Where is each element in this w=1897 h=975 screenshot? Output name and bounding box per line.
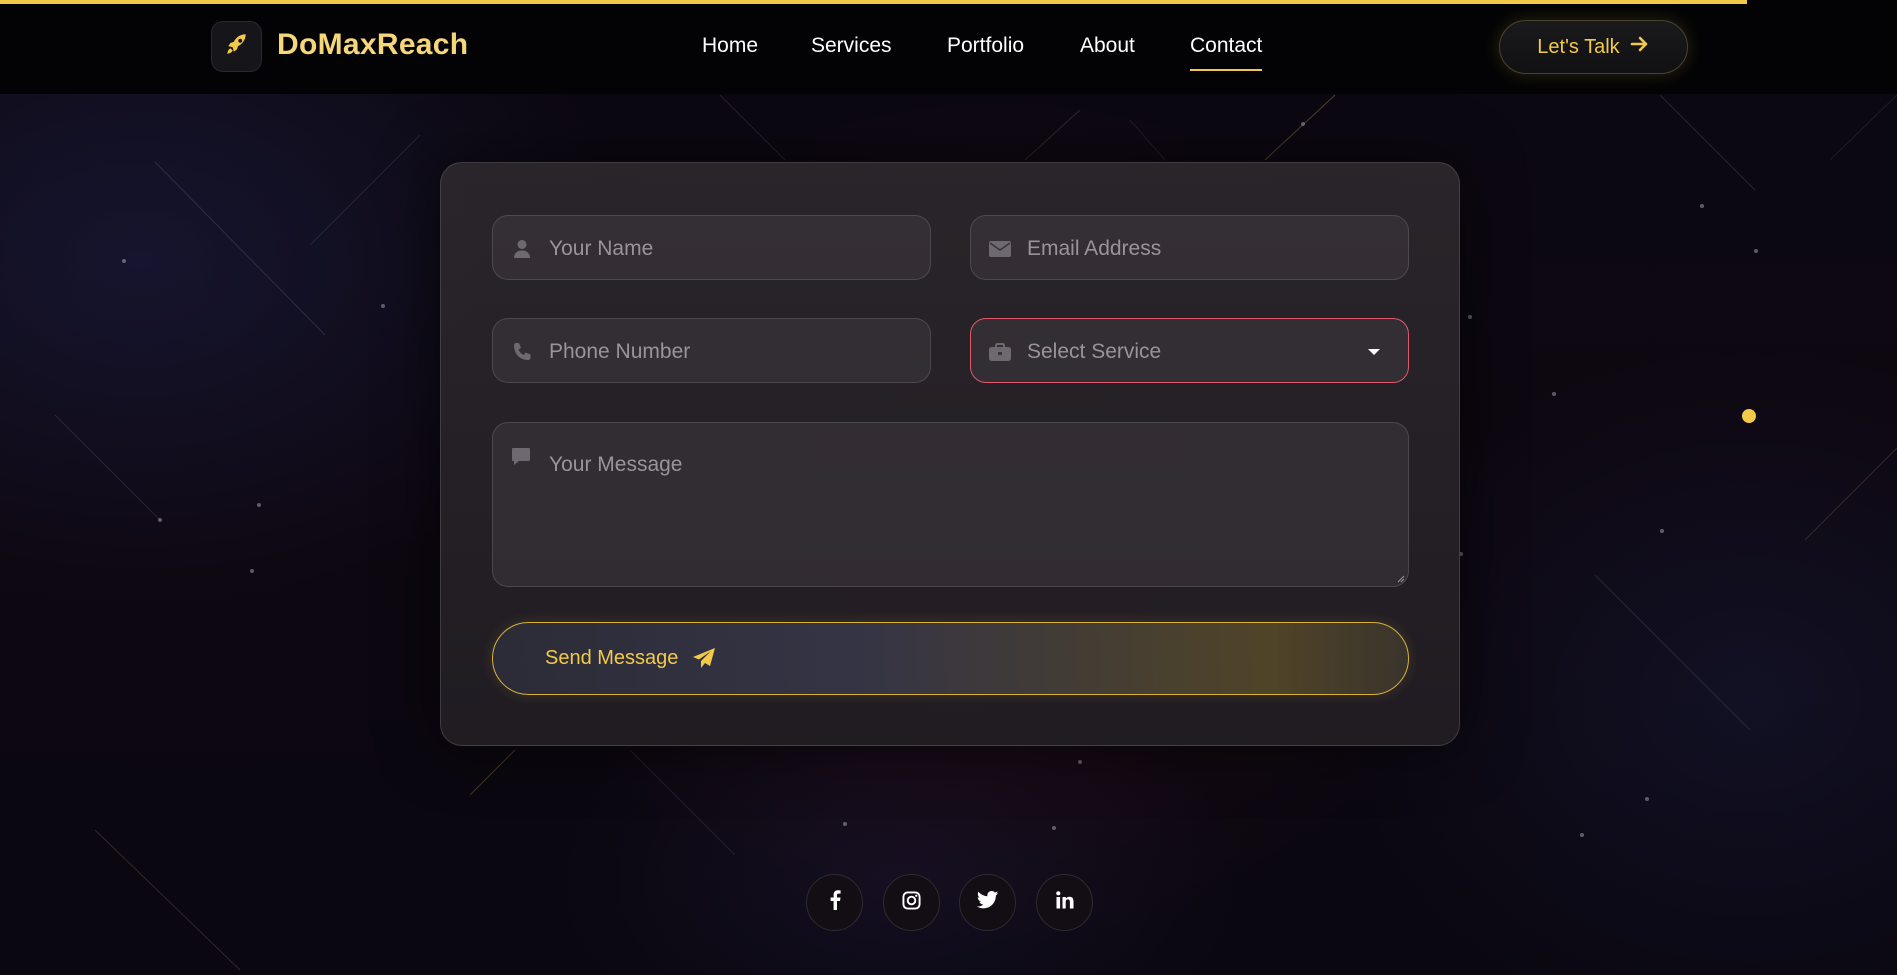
service-placeholder: Select Service <box>1027 340 1162 363</box>
linkedin-icon <box>1055 891 1074 914</box>
phone-placeholder: Phone Number <box>549 340 691 363</box>
phone-icon <box>511 341 533 363</box>
nav-services[interactable]: Services <box>811 34 892 58</box>
linkedin-link[interactable] <box>1036 874 1093 931</box>
instagram-link[interactable] <box>883 874 940 931</box>
send-message-button[interactable]: Send Message <box>492 622 1409 695</box>
resize-grip-icon[interactable] <box>1396 574 1405 583</box>
lets-talk-label: Let's Talk <box>1537 35 1620 58</box>
envelope-icon <box>989 238 1011 260</box>
nav-portfolio[interactable]: Portfolio <box>947 34 1024 58</box>
lets-talk-button[interactable]: Let's Talk <box>1499 20 1688 74</box>
service-select[interactable]: Select Service <box>970 318 1409 383</box>
scroll-progress-bar <box>0 0 1747 4</box>
facebook-link[interactable] <box>806 874 863 931</box>
instagram-icon <box>902 890 921 915</box>
logo[interactable] <box>211 21 262 72</box>
name-placeholder: Your Name <box>549 237 654 260</box>
nav-home[interactable]: Home <box>702 34 758 58</box>
name-field[interactable]: Your Name <box>492 215 931 280</box>
phone-field[interactable]: Phone Number <box>492 318 931 383</box>
user-icon <box>511 238 533 260</box>
twitter-link[interactable] <box>959 874 1016 931</box>
contact-page: DoMaxReach Home Services Portfolio About… <box>0 0 1897 975</box>
comment-icon <box>511 447 531 472</box>
email-field[interactable]: Email Address <box>970 215 1409 280</box>
message-textarea[interactable]: Your Message <box>492 422 1409 587</box>
send-message-label: Send Message <box>545 647 679 669</box>
brand-name[interactable]: DoMaxReach <box>277 28 468 62</box>
message-placeholder: Your Message <box>549 453 683 476</box>
nav-contact[interactable]: Contact <box>1190 34 1263 71</box>
briefcase-icon <box>989 341 1011 363</box>
chevron-down-icon <box>1368 349 1380 355</box>
email-placeholder: Email Address <box>1027 237 1162 260</box>
facebook-icon <box>829 890 841 915</box>
site-header: DoMaxReach Home Services Portfolio About… <box>0 0 1897 94</box>
paper-plane-icon <box>692 647 716 674</box>
rocket-icon <box>224 31 250 62</box>
nav-about[interactable]: About <box>1080 34 1135 58</box>
twitter-icon <box>976 891 999 914</box>
arrow-right-icon <box>1630 35 1650 59</box>
contact-form: Your Name Email Address Phone Number Sel… <box>440 162 1460 746</box>
